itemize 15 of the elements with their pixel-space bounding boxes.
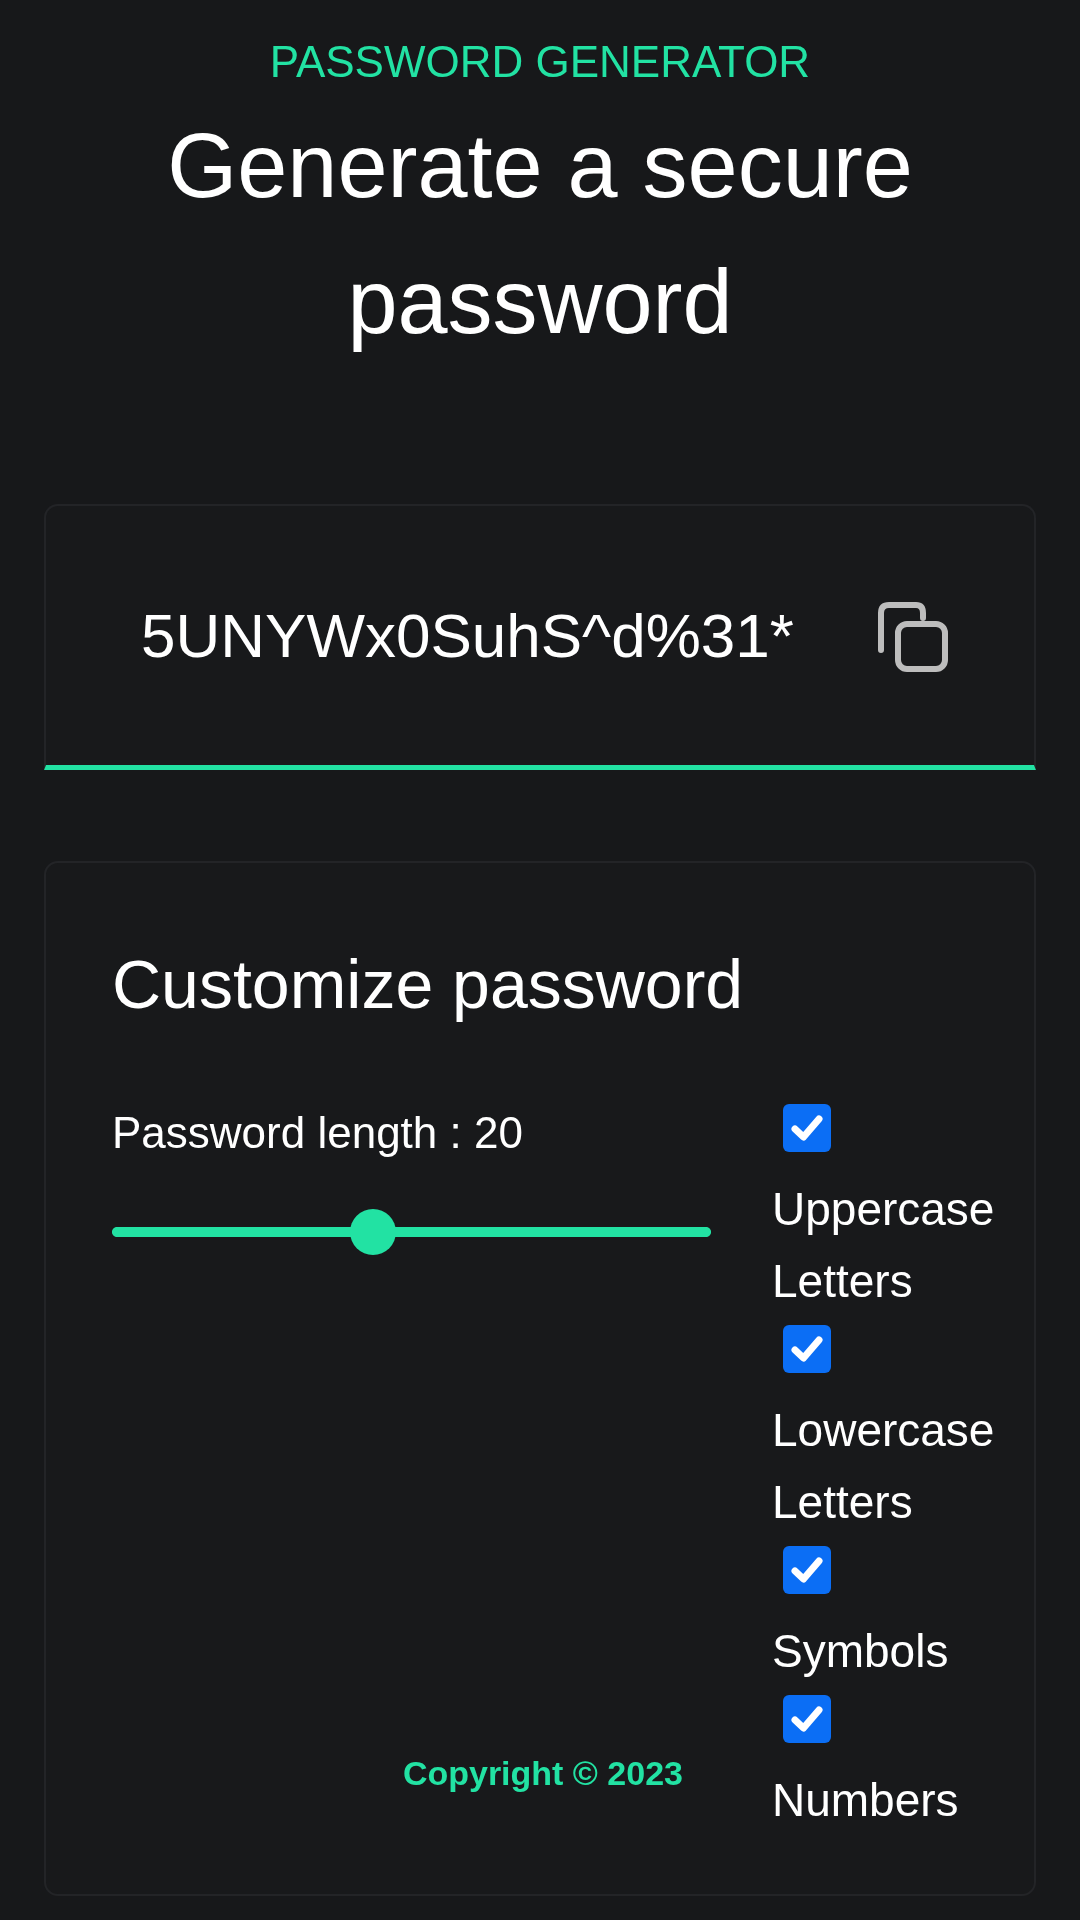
checkbox-label: Uppercase Letters (772, 1182, 996, 1309)
checkbox[interactable] (783, 1546, 831, 1594)
checkbox-label: Lowercase Letters (772, 1403, 996, 1530)
section-label: PASSWORD GENERATOR (269, 37, 811, 86)
checkbox-label: Symbols (772, 1624, 949, 1679)
checkbox-label: Numbers (772, 1773, 959, 1828)
page-title: Generate a secure password (166, 115, 914, 354)
length-label: Password length : 20 (112, 1108, 523, 1157)
password-text: 5UNYWx0SuhS^d%31* (141, 599, 794, 672)
checkbox[interactable] (783, 1695, 831, 1743)
copyright-text: Copyright © 2023 (402, 1754, 683, 1792)
checkbox[interactable] (783, 1104, 831, 1152)
checkbox[interactable] (783, 1325, 831, 1373)
copy-icon[interactable] (876, 599, 948, 672)
section-heading: Customize password (112, 945, 744, 1024)
